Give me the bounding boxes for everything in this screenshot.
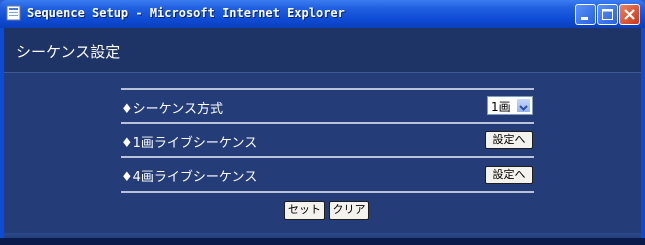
browser-window: Sequence Setup - Microsoft Internet Expl… <box>0 0 645 245</box>
sequence-mode-value: 1画 <box>491 100 511 114</box>
divider <box>121 191 534 193</box>
window-frame-right <box>641 28 645 245</box>
title-bar[interactable]: Sequence Setup - Microsoft Internet Expl… <box>0 0 645 28</box>
settings-row-4-live-sequence: ♦4画ライブシーケンス 設定へ <box>121 158 534 190</box>
close-button[interactable] <box>619 4 640 25</box>
live-sequence-1-label: ♦1画ライブシーケンス <box>121 136 258 151</box>
clear-button[interactable]: クリア <box>329 201 369 220</box>
sequence-mode-select[interactable]: 1画 <box>487 96 533 115</box>
page-content: シーケンス設定 ♦シーケンス方式 1画 ♦1画ライブシーケンス 設定へ ♦4画ラ… <box>4 28 641 245</box>
settings-panel: ♦シーケンス方式 1画 ♦1画ライブシーケンス 設定へ ♦4画ライブシーケンス … <box>4 73 641 233</box>
live-sequence-1-settings-button[interactable]: 設定へ <box>485 131 533 149</box>
page-title: シーケンス設定 <box>16 43 121 61</box>
close-icon <box>624 9 635 20</box>
settings-row-sequence-mode: ♦シーケンス方式 1画 <box>121 90 534 122</box>
maximize-icon <box>602 9 613 20</box>
window-bottom-edge <box>0 238 645 245</box>
minimize-icon <box>581 17 588 20</box>
dropdown-arrow[interactable] <box>516 98 531 113</box>
page-header: シーケンス設定 <box>4 28 641 73</box>
live-sequence-4-settings-button[interactable]: 設定へ <box>485 166 533 184</box>
live-sequence-4-label: ♦4画ライブシーケンス <box>121 170 258 185</box>
chevron-down-icon <box>519 105 528 111</box>
maximize-button[interactable] <box>597 4 618 25</box>
sequence-mode-label: ♦シーケンス方式 <box>121 102 224 117</box>
settings-row-1-live-sequence: ♦1画ライブシーケンス 設定へ <box>121 124 534 156</box>
set-button[interactable]: セット <box>284 201 325 220</box>
ie-page-icon <box>6 5 21 21</box>
window-title: Sequence Setup - Microsoft Internet Expl… <box>27 6 345 20</box>
minimize-button[interactable] <box>575 4 596 25</box>
